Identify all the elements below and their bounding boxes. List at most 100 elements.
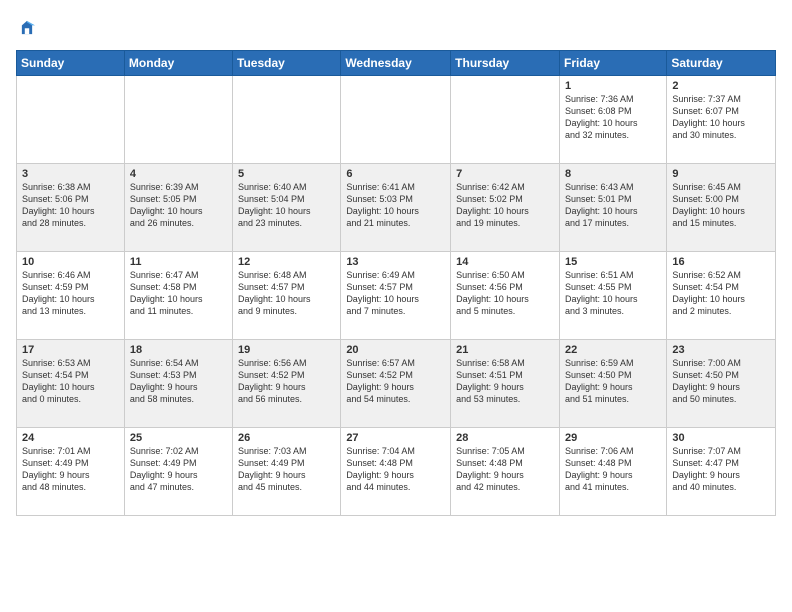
day-info: Sunrise: 7:07 AM Sunset: 4:47 PM Dayligh… [672,445,770,494]
day-cell: 12Sunrise: 6:48 AM Sunset: 4:57 PM Dayli… [233,252,341,340]
day-cell [124,76,232,164]
day-cell: 10Sunrise: 6:46 AM Sunset: 4:59 PM Dayli… [17,252,125,340]
day-cell: 17Sunrise: 6:53 AM Sunset: 4:54 PM Dayli… [17,340,125,428]
week-row-2: 3Sunrise: 6:38 AM Sunset: 5:06 PM Daylig… [17,164,776,252]
day-number: 9 [672,168,770,180]
week-row-1: 1Sunrise: 7:36 AM Sunset: 6:08 PM Daylig… [17,76,776,164]
day-info: Sunrise: 6:53 AM Sunset: 4:54 PM Dayligh… [22,357,119,406]
weekday-header-thursday: Thursday [451,51,560,76]
day-cell: 21Sunrise: 6:58 AM Sunset: 4:51 PM Dayli… [451,340,560,428]
day-cell: 18Sunrise: 6:54 AM Sunset: 4:53 PM Dayli… [124,340,232,428]
day-info: Sunrise: 6:38 AM Sunset: 5:06 PM Dayligh… [22,181,119,230]
day-cell: 9Sunrise: 6:45 AM Sunset: 5:00 PM Daylig… [667,164,776,252]
day-info: Sunrise: 7:04 AM Sunset: 4:48 PM Dayligh… [346,445,445,494]
day-cell: 23Sunrise: 7:00 AM Sunset: 4:50 PM Dayli… [667,340,776,428]
day-number: 17 [22,344,119,356]
day-cell: 1Sunrise: 7:36 AM Sunset: 6:08 PM Daylig… [559,76,666,164]
day-number: 21 [456,344,554,356]
day-info: Sunrise: 7:03 AM Sunset: 4:49 PM Dayligh… [238,445,335,494]
day-info: Sunrise: 7:36 AM Sunset: 6:08 PM Dayligh… [565,93,661,142]
day-cell: 28Sunrise: 7:05 AM Sunset: 4:48 PM Dayli… [451,428,560,516]
page: SundayMondayTuesdayWednesdayThursdayFrid… [0,0,792,528]
logo [16,16,41,40]
day-number: 14 [456,256,554,268]
day-number: 12 [238,256,335,268]
day-info: Sunrise: 6:59 AM Sunset: 4:50 PM Dayligh… [565,357,661,406]
day-info: Sunrise: 6:45 AM Sunset: 5:00 PM Dayligh… [672,181,770,230]
day-info: Sunrise: 6:54 AM Sunset: 4:53 PM Dayligh… [130,357,227,406]
day-number: 22 [565,344,661,356]
day-cell: 22Sunrise: 6:59 AM Sunset: 4:50 PM Dayli… [559,340,666,428]
day-cell [451,76,560,164]
day-cell: 15Sunrise: 6:51 AM Sunset: 4:55 PM Dayli… [559,252,666,340]
calendar: SundayMondayTuesdayWednesdayThursdayFrid… [16,50,776,516]
day-number: 29 [565,432,661,444]
day-number: 10 [22,256,119,268]
weekday-header-tuesday: Tuesday [233,51,341,76]
day-info: Sunrise: 6:41 AM Sunset: 5:03 PM Dayligh… [346,181,445,230]
day-info: Sunrise: 6:42 AM Sunset: 5:02 PM Dayligh… [456,181,554,230]
day-number: 27 [346,432,445,444]
day-info: Sunrise: 6:40 AM Sunset: 5:04 PM Dayligh… [238,181,335,230]
day-cell: 2Sunrise: 7:37 AM Sunset: 6:07 PM Daylig… [667,76,776,164]
day-info: Sunrise: 6:48 AM Sunset: 4:57 PM Dayligh… [238,269,335,318]
day-number: 13 [346,256,445,268]
day-number: 25 [130,432,227,444]
day-number: 3 [22,168,119,180]
day-number: 30 [672,432,770,444]
day-info: Sunrise: 6:56 AM Sunset: 4:52 PM Dayligh… [238,357,335,406]
day-info: Sunrise: 6:58 AM Sunset: 4:51 PM Dayligh… [456,357,554,406]
weekday-header-sunday: Sunday [17,51,125,76]
day-info: Sunrise: 6:47 AM Sunset: 4:58 PM Dayligh… [130,269,227,318]
day-number: 20 [346,344,445,356]
logo-icon [16,18,38,40]
day-number: 16 [672,256,770,268]
day-cell: 5Sunrise: 6:40 AM Sunset: 5:04 PM Daylig… [233,164,341,252]
day-cell: 7Sunrise: 6:42 AM Sunset: 5:02 PM Daylig… [451,164,560,252]
weekday-header-monday: Monday [124,51,232,76]
day-cell: 3Sunrise: 6:38 AM Sunset: 5:06 PM Daylig… [17,164,125,252]
day-cell: 6Sunrise: 6:41 AM Sunset: 5:03 PM Daylig… [341,164,451,252]
day-number: 4 [130,168,227,180]
day-cell [233,76,341,164]
day-cell: 16Sunrise: 6:52 AM Sunset: 4:54 PM Dayli… [667,252,776,340]
day-number: 8 [565,168,661,180]
day-cell [341,76,451,164]
day-number: 6 [346,168,445,180]
day-cell: 26Sunrise: 7:03 AM Sunset: 4:49 PM Dayli… [233,428,341,516]
day-cell: 8Sunrise: 6:43 AM Sunset: 5:01 PM Daylig… [559,164,666,252]
day-info: Sunrise: 6:51 AM Sunset: 4:55 PM Dayligh… [565,269,661,318]
week-row-4: 17Sunrise: 6:53 AM Sunset: 4:54 PM Dayli… [17,340,776,428]
day-info: Sunrise: 7:02 AM Sunset: 4:49 PM Dayligh… [130,445,227,494]
day-cell: 20Sunrise: 6:57 AM Sunset: 4:52 PM Dayli… [341,340,451,428]
day-number: 11 [130,256,227,268]
day-info: Sunrise: 7:00 AM Sunset: 4:50 PM Dayligh… [672,357,770,406]
day-info: Sunrise: 6:39 AM Sunset: 5:05 PM Dayligh… [130,181,227,230]
day-cell: 25Sunrise: 7:02 AM Sunset: 4:49 PM Dayli… [124,428,232,516]
day-cell [17,76,125,164]
day-cell: 19Sunrise: 6:56 AM Sunset: 4:52 PM Dayli… [233,340,341,428]
day-number: 1 [565,80,661,92]
day-number: 15 [565,256,661,268]
weekday-header-wednesday: Wednesday [341,51,451,76]
day-number: 23 [672,344,770,356]
day-cell: 27Sunrise: 7:04 AM Sunset: 4:48 PM Dayli… [341,428,451,516]
weekday-header-row: SundayMondayTuesdayWednesdayThursdayFrid… [17,51,776,76]
day-number: 18 [130,344,227,356]
day-cell: 30Sunrise: 7:07 AM Sunset: 4:47 PM Dayli… [667,428,776,516]
day-cell: 13Sunrise: 6:49 AM Sunset: 4:57 PM Dayli… [341,252,451,340]
day-cell: 29Sunrise: 7:06 AM Sunset: 4:48 PM Dayli… [559,428,666,516]
day-info: Sunrise: 7:05 AM Sunset: 4:48 PM Dayligh… [456,445,554,494]
day-number: 28 [456,432,554,444]
day-number: 2 [672,80,770,92]
day-number: 26 [238,432,335,444]
weekday-header-saturday: Saturday [667,51,776,76]
day-number: 5 [238,168,335,180]
day-cell: 11Sunrise: 6:47 AM Sunset: 4:58 PM Dayli… [124,252,232,340]
day-number: 7 [456,168,554,180]
day-cell: 24Sunrise: 7:01 AM Sunset: 4:49 PM Dayli… [17,428,125,516]
day-info: Sunrise: 7:37 AM Sunset: 6:07 PM Dayligh… [672,93,770,142]
day-info: Sunrise: 7:06 AM Sunset: 4:48 PM Dayligh… [565,445,661,494]
day-info: Sunrise: 7:01 AM Sunset: 4:49 PM Dayligh… [22,445,119,494]
day-number: 24 [22,432,119,444]
